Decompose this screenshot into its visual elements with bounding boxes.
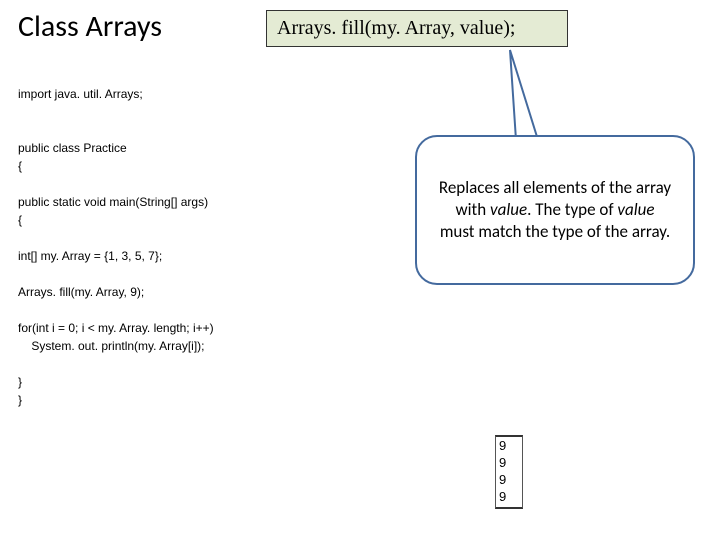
code-line: {: [18, 213, 22, 227]
code-line: }: [18, 393, 22, 407]
method-signature-box: Arrays. fill(my. Array, value);: [266, 10, 568, 47]
code-listing: import java. util. Arrays; public class …: [18, 85, 214, 409]
code-line: for(int i = 0; i < my. Array. length; i+…: [18, 321, 214, 335]
code-line: import java. util. Arrays;: [18, 87, 143, 101]
callout-segment: must match the type of the array.: [440, 221, 670, 242]
code-line: Arrays. fill(my. Array, 9);: [18, 285, 144, 299]
code-line: {: [18, 159, 22, 173]
callout-italic: value: [617, 199, 654, 220]
callout-segment: . The type of: [527, 199, 617, 220]
callout-italic: value: [490, 199, 527, 220]
output-line: 9: [499, 489, 519, 506]
code-line: int[] my. Array = {1, 3, 5, 7};: [18, 249, 162, 263]
code-line: public static void main(String[] args): [18, 195, 208, 209]
code-line: }: [18, 375, 22, 389]
callout-text: Replaces all elements of the array with …: [437, 177, 673, 243]
slide-title: Class Arrays: [18, 8, 162, 45]
output-line: 9: [499, 438, 519, 455]
explanation-callout: Replaces all elements of the array with …: [415, 135, 695, 285]
code-line: public class Practice: [18, 141, 127, 155]
code-line: System. out. println(my. Array[i]);: [18, 339, 205, 353]
output-box: 9 9 9 9: [495, 435, 523, 509]
output-line: 9: [499, 455, 519, 472]
output-line: 9: [499, 472, 519, 489]
